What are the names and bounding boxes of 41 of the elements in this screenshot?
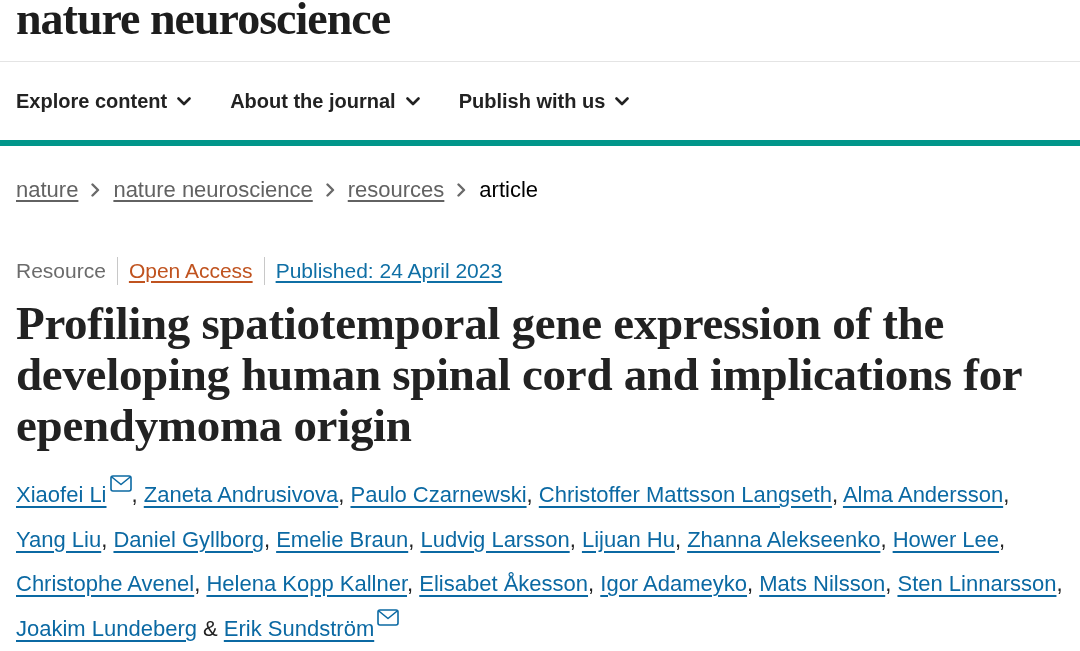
author-link[interactable]: Alma Andersson — [842, 482, 1004, 507]
author-link[interactable]: Joakim Lundeberg — [16, 615, 197, 641]
nav-menu-button[interactable]: Publish with us — [458, 89, 630, 113]
author-link[interactable]: Paulo Czarnewski — [350, 482, 527, 507]
chevron-right-icon — [91, 183, 101, 197]
breadcrumb-link[interactable]: resources — [347, 175, 445, 205]
breadcrumb-link[interactable]: nature — [16, 175, 79, 205]
author-link[interactable]: Zaneta Andrusivova — [143, 482, 339, 507]
author-link[interactable]: Lijuan Hu — [581, 526, 675, 552]
author-link[interactable]: Erik Sundström — [223, 615, 375, 641]
breadcrumb-link[interactable]: nature neuroscience — [113, 175, 313, 205]
author-link[interactable]: Zhanna Alekseenko — [687, 526, 881, 552]
article-type-label: Resource — [16, 258, 106, 284]
author-link[interactable]: Christophe Avenel — [16, 571, 195, 596]
nav-menu-button[interactable]: About the journal — [230, 89, 420, 113]
article-title: Profiling spatiotemporal gene expression of the developing human spinal cord and implications for ependymoma origin — [15, 298, 1023, 451]
chevron-right-icon — [325, 183, 335, 197]
author-link[interactable]: Igor Adameyko — [600, 571, 748, 596]
author-list: Xiaofei Li , Zaneta Andrusivova, Paulo Czarnewski, Christoffer Mattsson Langseth, Alma Andersson, Yang Liu, Daniel Gyllborg, Emelie Braun, Ludvig Larsson, Lijuan Hu, Zhanna Alekseenko, Hower Lee, Christophe Avenel, Helena Kopp Kallner, Elisabet Åkesson, Igor Adameyko, Mats Nilsson, Sten Linnarsson, Joakim Lundeberg & Erik Sundström — [0, 473, 1080, 651]
author-link[interactable]: Sten Linnarsson — [897, 571, 1057, 596]
author-link[interactable]: Hower Lee — [892, 526, 1000, 552]
author-link[interactable]: Ludvig Larsson — [420, 526, 570, 552]
mail-icon[interactable] — [109, 475, 132, 492]
author-link[interactable]: Xiaofei Li — [16, 482, 107, 507]
author-link[interactable]: Daniel Gyllborg — [113, 526, 264, 552]
journal-logo[interactable]: nature neuroscience — [16, 0, 391, 38]
nav-menu-button[interactable]: Explore content — [16, 89, 192, 113]
current-page-text: article — [479, 176, 539, 204]
chevron-down-icon — [615, 96, 630, 106]
chevron-right-icon — [457, 183, 467, 197]
chevron-down-icon — [177, 96, 192, 106]
author-link[interactable]: Mats Nilsson — [759, 571, 886, 596]
open-access-link[interactable]: Open Access — [128, 256, 253, 286]
author-link[interactable]: Christoffer Mattsson Langseth — [538, 482, 832, 507]
mail-icon[interactable] — [377, 608, 400, 626]
author-link[interactable]: Yang Liu — [16, 526, 102, 552]
chevron-down-icon — [405, 96, 420, 106]
author-link[interactable]: Helena Kopp Kallner — [206, 571, 407, 596]
published-date-link[interactable]: Published: 24 April 2023 — [275, 256, 503, 286]
author-link[interactable]: Elisabet Åkesson — [419, 571, 589, 596]
author-link[interactable]: Emelie Braun — [276, 526, 409, 552]
